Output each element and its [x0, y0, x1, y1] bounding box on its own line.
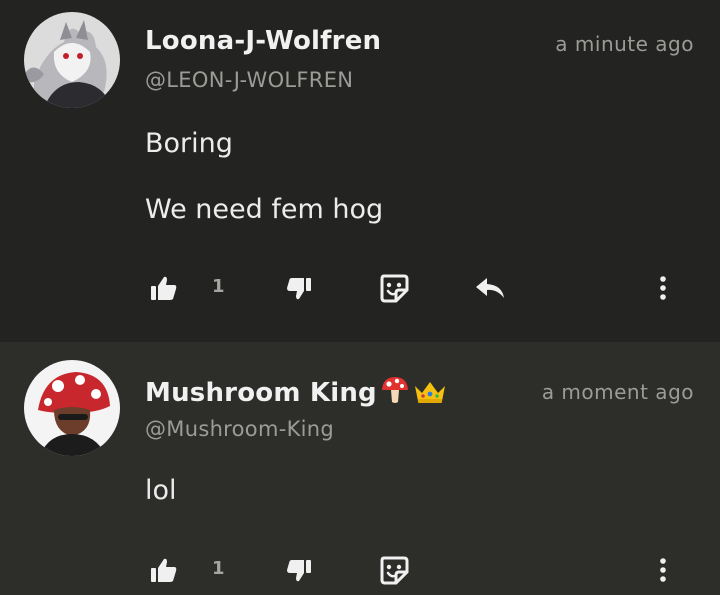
dislike-button[interactable] [284, 558, 314, 584]
mushroom-icon [380, 375, 410, 405]
timestamp: a moment ago [541, 380, 694, 404]
more-vertical-icon [660, 558, 666, 582]
author-handle[interactable]: @Mushroom-King [145, 417, 334, 441]
avatar[interactable] [24, 12, 120, 108]
thumbs-down-icon [287, 278, 311, 300]
author-handle[interactable]: @LEON-J-WOLFREN [145, 68, 353, 92]
comment-text-line: Boring [145, 128, 233, 159]
reply-button[interactable] [474, 276, 506, 300]
sticker-button[interactable] [378, 554, 410, 586]
author-name-text: Mushroom King [145, 378, 377, 408]
author-name[interactable]: Loona-J-Wolfren [145, 26, 381, 56]
timestamp: a minute ago [555, 32, 694, 56]
sticker-icon [380, 556, 409, 585]
thumbs-up-icon [151, 276, 177, 300]
comment-text-line: We need fem hog [145, 194, 384, 225]
dislike-button[interactable] [284, 276, 314, 302]
sticker-button[interactable] [378, 272, 410, 304]
more-options-button[interactable] [652, 556, 674, 584]
reply-icon [476, 278, 504, 298]
author-name[interactable]: Mushroom King [145, 375, 447, 408]
comment-card: Mushroom King @Mushroom-King a moment ag… [0, 342, 720, 595]
thumbs-down-icon [287, 560, 311, 582]
sticker-icon [380, 274, 409, 303]
like-button[interactable] [148, 274, 180, 302]
more-options-button[interactable] [652, 274, 674, 302]
more-vertical-icon [660, 276, 666, 300]
like-count: 1 [212, 558, 225, 579]
comment-text-line: lol [145, 475, 177, 506]
avatar[interactable] [24, 360, 120, 456]
crown-icon [413, 379, 447, 405]
thumbs-up-icon [151, 558, 177, 582]
like-count: 1 [212, 276, 225, 297]
like-button[interactable] [148, 556, 180, 584]
comment-card: Loona-J-Wolfren @LEON-J-WOLFREN a minute… [0, 0, 720, 342]
